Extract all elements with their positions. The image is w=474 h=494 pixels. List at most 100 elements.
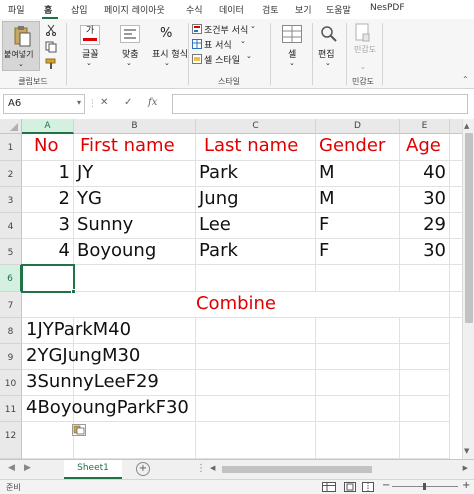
formula-input[interactable] (172, 94, 468, 114)
menu-view[interactable]: 보기 (295, 3, 312, 16)
cell-b4[interactable]: Sunny (74, 213, 196, 239)
row-header-1[interactable]: 1 (0, 134, 22, 161)
copy-icon[interactable] (45, 41, 57, 53)
cell-d5[interactable]: F (316, 239, 400, 265)
cell-styles-button[interactable]: 셀 스타일 ⌄ (192, 52, 268, 66)
cell-e10[interactable] (400, 370, 450, 396)
cell-a4[interactable]: 3 (22, 213, 74, 239)
cell-b1[interactable]: First name (74, 134, 196, 161)
cells-group[interactable]: 셀 ⌄ (276, 19, 308, 89)
worksheet-grid[interactable]: A B C D E 1 2 3 4 5 6 7 8 9 10 11 12 No … (0, 119, 462, 459)
page-break-view-icon[interactable] (362, 482, 374, 492)
row-header-3[interactable]: 3 (0, 187, 22, 213)
row-header-4[interactable]: 4 (0, 213, 22, 239)
row-header-7[interactable]: 7 (0, 292, 22, 318)
cell-f2[interactable] (450, 161, 462, 187)
normal-view-icon[interactable] (322, 482, 336, 492)
cell-d3[interactable]: M (316, 187, 400, 213)
scroll-left-icon[interactable]: ◀ (210, 464, 215, 472)
menu-review[interactable]: 검토 (262, 3, 279, 16)
horizontal-scroll-thumb[interactable] (222, 466, 372, 473)
vertical-scrollbar[interactable]: ▲ ▼ (462, 119, 474, 459)
vertical-scroll-thumb[interactable] (465, 133, 473, 323)
row-header-10[interactable]: 10 (0, 370, 22, 396)
row-header-8[interactable]: 8 (0, 318, 22, 344)
menu-file[interactable]: 파일 (8, 3, 25, 16)
cell-c10[interactable] (196, 370, 316, 396)
cell-d12[interactable] (316, 422, 400, 459)
column-header-d[interactable]: D (316, 119, 400, 134)
add-sheet-icon[interactable]: + (136, 462, 150, 476)
menu-nespdf[interactable]: NesPDF (370, 3, 405, 13)
column-header-b[interactable]: B (74, 119, 196, 134)
horizontal-scrollbar[interactable]: ◀ ▶ (208, 464, 470, 474)
cell-c6[interactable] (196, 265, 316, 292)
cell-c8[interactable] (196, 318, 316, 344)
cell-f4[interactable] (450, 213, 462, 239)
cell-e6[interactable] (400, 265, 450, 292)
cell-a3[interactable]: 2 (22, 187, 74, 213)
cell-e3[interactable]: 30 (400, 187, 450, 213)
cell-b2[interactable]: JY (74, 161, 196, 187)
menu-data[interactable]: 데이터 (219, 3, 244, 16)
cell-b12[interactable] (74, 422, 196, 459)
cell-a12[interactable] (22, 422, 74, 459)
sheet-tab-sheet1[interactable]: Sheet1 (64, 460, 122, 479)
cell-e5[interactable]: 30 (400, 239, 450, 265)
collapse-ribbon-icon[interactable]: ⌃ (462, 75, 469, 84)
cell-f7[interactable] (450, 292, 462, 318)
alignment-group[interactable]: 맞춤 ⌄ (112, 19, 148, 89)
cell-c3[interactable]: Jung (196, 187, 316, 213)
format-as-table-button[interactable]: 표 서식 ⌄ (192, 37, 268, 51)
zoom-in-icon[interactable]: + (462, 480, 470, 491)
cancel-icon[interactable]: ✕ (100, 97, 108, 108)
cell-d11[interactable] (316, 396, 400, 422)
cell-f3[interactable] (450, 187, 462, 213)
cell-d4[interactable]: F (316, 213, 400, 239)
row-header-5[interactable]: 5 (0, 239, 22, 265)
enter-icon[interactable]: ✓ (124, 97, 132, 108)
cell-c1[interactable]: Last name (196, 134, 316, 161)
zoom-out-icon[interactable]: − (382, 480, 390, 491)
cell-e1[interactable]: Age (400, 134, 450, 161)
menu-home[interactable]: 홈 (44, 3, 52, 16)
cell-a2[interactable]: 1 (22, 161, 74, 187)
zoom-slider-thumb[interactable] (423, 483, 426, 490)
number-group[interactable]: % 표시 형식 ⌄ (150, 19, 188, 89)
row-header-9[interactable]: 9 (0, 344, 22, 370)
cell-d8[interactable] (316, 318, 400, 344)
sensitivity-button-label[interactable]: 민감도 (354, 45, 376, 54)
editing-group[interactable]: 편집 ⌄ (314, 19, 344, 89)
prev-sheet-icon[interactable]: ◀ (8, 463, 15, 473)
select-all-corner[interactable] (0, 119, 22, 134)
cell-f6[interactable] (450, 265, 462, 292)
cell-b5[interactable]: Boyoung (74, 239, 196, 265)
cell-d1[interactable]: Gender (316, 134, 400, 161)
row-header-6[interactable]: 6 (0, 265, 22, 292)
column-header-e[interactable]: E (400, 119, 450, 134)
cell-b3[interactable]: YG (74, 187, 196, 213)
menu-formulas[interactable]: 수식 (186, 3, 203, 16)
cell-f1[interactable] (450, 134, 462, 161)
cell-e2[interactable]: 40 (400, 161, 450, 187)
menu-page-layout[interactable]: 페이지 레이아웃 (104, 3, 165, 16)
cell-c11[interactable] (196, 396, 316, 422)
cell-d6[interactable] (316, 265, 400, 292)
cell-c2[interactable]: Park (196, 161, 316, 187)
cell-d10[interactable] (316, 370, 400, 396)
cell-e9[interactable] (400, 344, 450, 370)
cell-e4[interactable]: 29 (400, 213, 450, 239)
scroll-down-icon[interactable]: ▼ (464, 447, 469, 455)
row-header-11[interactable]: 11 (0, 396, 22, 422)
menu-help[interactable]: 도움말 (326, 3, 351, 16)
paste-options-button[interactable] (72, 424, 86, 436)
cell-c4[interactable]: Lee (196, 213, 316, 239)
name-box[interactable]: A6 ▾ (3, 94, 85, 114)
cell-d2[interactable]: M (316, 161, 400, 187)
cell-c5[interactable]: Park (196, 239, 316, 265)
conditional-formatting-button[interactable]: 조건부 서식 ⌄ (192, 22, 268, 36)
column-header-c[interactable]: C (196, 119, 316, 134)
cell-c12[interactable] (196, 422, 316, 459)
next-sheet-icon[interactable]: ▶ (24, 463, 31, 473)
column-header-f[interactable] (450, 119, 462, 134)
